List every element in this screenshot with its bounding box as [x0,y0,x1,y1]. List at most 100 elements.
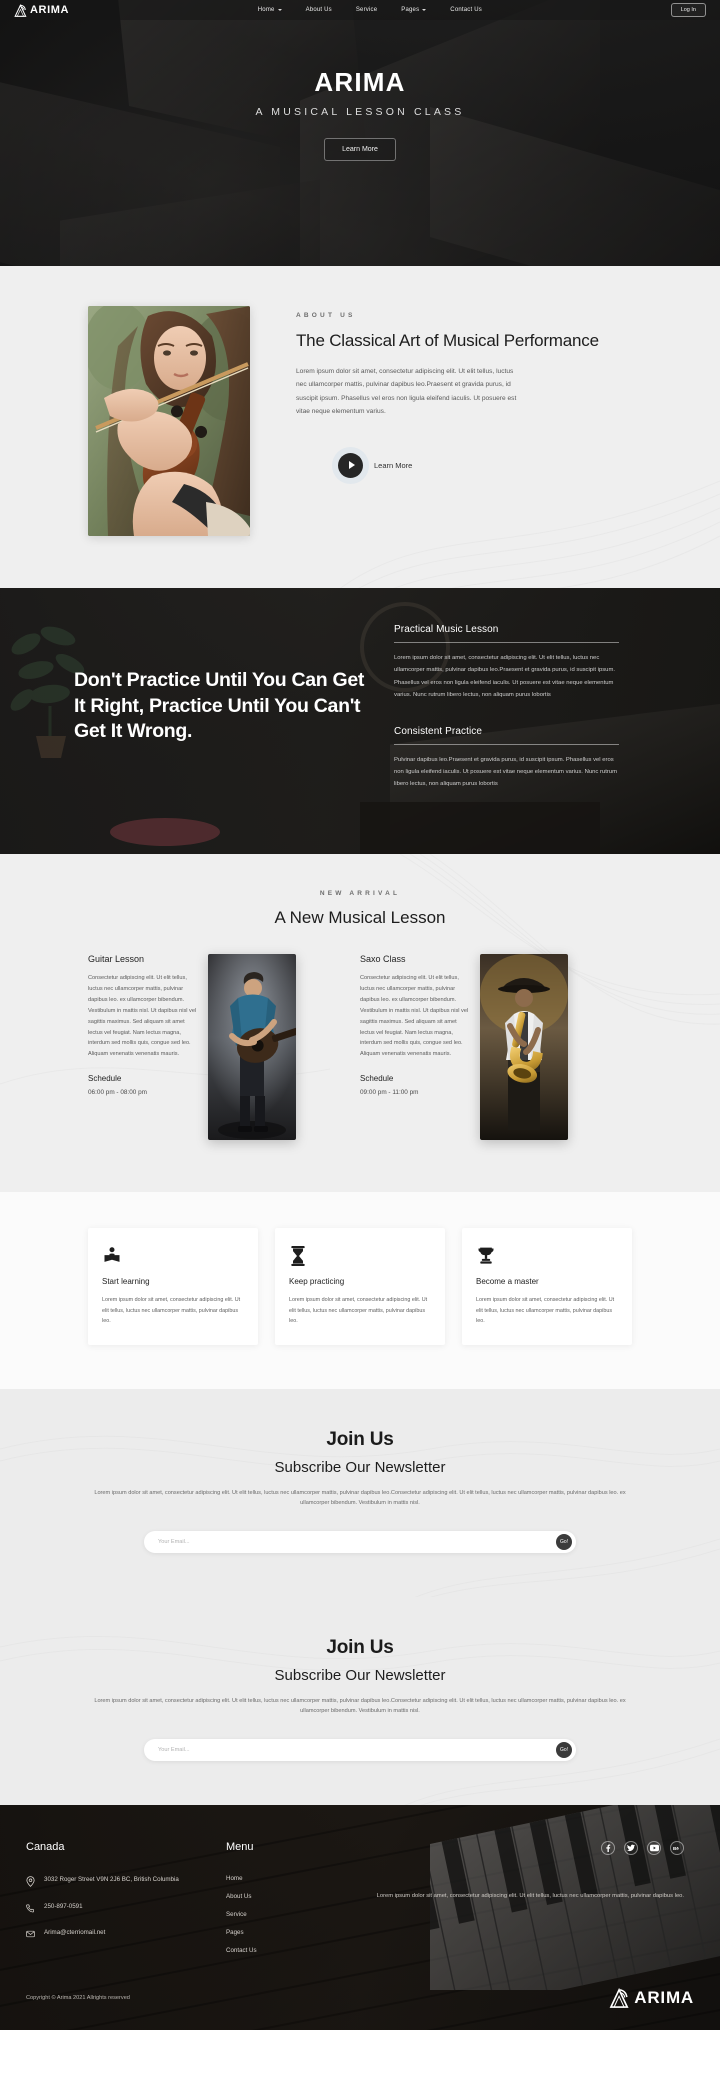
footer-brand-name: ARIMA [634,1988,694,2008]
about-paragraph: Lorem ipsum dolor sit amet, consectetur … [296,367,517,416]
nav-item-service-label: Service [355,7,378,13]
quote-row: Don't Practice Until You Can Get It Righ… [0,588,720,791]
nav-item-contact-us[interactable]: Contact Us [450,7,482,13]
footer-menu-heading: Menu [226,1841,254,1854]
about-play-row[interactable]: Learn More [338,452,632,478]
email-input[interactable] [158,1747,556,1754]
copyright-text: Copyright © Arima 2021 Allrights reserve… [26,1995,130,2002]
footer-social-column: Bē Lorem ipsum dolor sit amet, consectet… [376,1841,694,1954]
footer-contact-list: 3032 Roger Street V9N 2J6 BC, British Co… [26,1875,226,1939]
social-links: Bē [376,1841,684,1856]
footer-phone-item[interactable]: 250-897-0591 [26,1902,226,1913]
about-learn-more-label: Learn More [374,460,413,470]
reading-person-icon [102,1244,244,1266]
nav-item-about-us-label: About Us [305,7,332,13]
footer-menu-list: Home About Us Service Pages Contact Us [226,1875,376,1954]
guitar-lesson-photo [208,954,296,1140]
hero-subtitle: A MUSICAL LESSON CLASS [255,106,465,118]
chevron-down-icon [422,9,427,11]
facebook-icon[interactable] [601,1841,615,1856]
footer-country-heading: Canada [26,1841,65,1854]
feature-card-become-a-master[interactable]: Become a master Lorem ipsum dolor sit am… [462,1228,632,1345]
newsletter-section-2: Join Us Subscribe Our Newsletter Lorem i… [0,1596,720,1806]
divider [394,743,619,745]
newsletter-content: Join Us Subscribe Our Newsletter Lorem i… [0,1636,720,1762]
about-section: ABOUT US The Classical Art of Musical Pe… [0,266,720,588]
hero-learn-more-button[interactable]: Learn More [324,138,396,161]
footer-link-about-us[interactable]: About Us [226,1893,376,1900]
footer-address-item: 3032 Roger Street V9N 2J6 BC, British Co… [26,1875,226,1888]
nav-item-service[interactable]: Service [356,7,377,13]
nav-item-about-us[interactable]: About Us [306,7,332,13]
newsletter-subtitle: Subscribe Our Newsletter [274,1666,446,1684]
brand-name: ARIMA [30,4,70,16]
newsletter-subtitle: Subscribe Our Newsletter [274,1458,446,1476]
about-text-column: ABOUT US The Classical Art of Musical Pe… [296,306,632,478]
trophy-icon [476,1244,618,1266]
footer-bottom-bar: Copyright © Arima 2021 Allrights reserve… [0,1954,720,2030]
footer-link-home[interactable]: Home [226,1875,376,1882]
violinist-image [88,306,250,536]
feature-title: Keep practicing [289,1277,345,1286]
newsletter-submit-button[interactable]: Go! [556,1533,572,1550]
lesson-card-guitar[interactable]: Guitar Lesson Consectetur adipiscing eli… [88,954,360,1140]
lesson-card-saxo[interactable]: Saxo Class Consectetur adipiscing elit. … [360,954,632,1140]
footer-link-contact-us[interactable]: Contact Us [226,1947,376,1954]
newsletter-section-1: Join Us Subscribe Our Newsletter Lorem i… [0,1388,720,1597]
hourglass-icon [289,1244,431,1266]
newsletter-form: Go! [144,1530,576,1553]
lesson-schedule-label: Schedule [88,1074,122,1084]
nav-item-contact-us-label: Contact Us [450,7,482,13]
play-icon[interactable] [338,452,363,478]
lesson-schedule-time: 06:00 pm - 08:00 pm [88,1089,147,1097]
lesson-title: Guitar Lesson [88,954,145,964]
accordion-item-practical[interactable]: Practical Music Lesson Lorem ipsum dolor… [394,624,619,702]
youtube-icon[interactable] [647,1841,661,1856]
twitter-icon[interactable] [624,1841,638,1856]
newsletter-submit-button[interactable]: Go! [556,1742,572,1759]
newsletter-paragraph: Lorem ipsum dolor sit amet, consectetur … [94,1697,626,1715]
email-input[interactable] [158,1538,556,1545]
lesson-cards: Guitar Lesson Consectetur adipiscing eli… [0,928,720,1140]
footer-link-service[interactable]: Service [226,1911,376,1918]
feature-card-keep-practicing[interactable]: Keep practicing Lorem ipsum dolor sit am… [275,1228,445,1345]
lesson-schedule-label: Schedule [360,1074,394,1084]
newsletter-content: Join Us Subscribe Our Newsletter Lorem i… [0,1429,720,1553]
footer-columns: Canada 3032 Roger Street V9N 2J6 BC, Bri… [0,1841,720,1954]
lesson-text: Guitar Lesson Consectetur adipiscing eli… [88,954,208,1140]
about-row: ABOUT US The Classical Art of Musical Pe… [0,306,720,536]
phone-icon [26,1904,34,1913]
login-button[interactable]: Log In [670,3,706,17]
page-root: ARIMA Home About Us Service Pages Contac… [0,0,720,2031]
quote-accordion: Practical Music Lesson Lorem ipsum dolor… [394,624,619,791]
hero-section: ARIMA Home About Us Service Pages Contac… [0,0,720,266]
features-section: Start learning Lorem ipsum dolor sit ame… [0,1192,720,1389]
accordion-body: Lorem ipsum dolor sit amet, consectetur … [394,655,616,699]
brand-logo[interactable]: ARIMA [14,3,70,17]
nav-item-pages[interactable]: Pages [401,7,427,13]
feature-card-start-learning[interactable]: Start learning Lorem ipsum dolor sit ame… [88,1228,258,1345]
lesson-text: Saxo Class Consectetur adipiscing elit. … [360,954,480,1140]
behance-icon[interactable]: Bē [670,1841,684,1856]
arrival-heading: A New Musical Lesson [274,908,446,927]
arrival-heading-block: NEW ARRIVAL A New Musical Lesson [0,890,720,928]
accordion-item-consistent[interactable]: Consistent Practice Pulvinar dapibus leo… [394,726,619,791]
footer-brand-logo[interactable]: ARIMA [609,1988,694,2009]
newsletter-title: Join Us [326,1428,394,1450]
nav-item-home[interactable]: Home [258,7,282,13]
chevron-down-icon [277,9,282,11]
footer-link-pages[interactable]: Pages [226,1929,376,1936]
hero-content: ARIMA A MUSICAL LESSON CLASS Learn More [0,20,720,161]
lesson-title: Saxo Class [360,954,406,964]
saxophonist-image [480,954,568,1140]
footer-email-item[interactable]: Arima@cterriomail.net [26,1928,226,1939]
arrival-eyebrow: NEW ARRIVAL [319,890,401,897]
accordion-title: Consistent Practice [394,725,483,737]
new-arrival-section: NEW ARRIVAL A New Musical Lesson Guitar … [0,854,720,1192]
saxo-class-photo [480,954,568,1140]
newsletter-title: Join Us [326,1636,394,1658]
violinist-photo [88,306,250,536]
newsletter-form: Go! [144,1739,576,1762]
arima-logo-icon [609,1988,629,2009]
location-pin-icon [26,1876,35,1888]
